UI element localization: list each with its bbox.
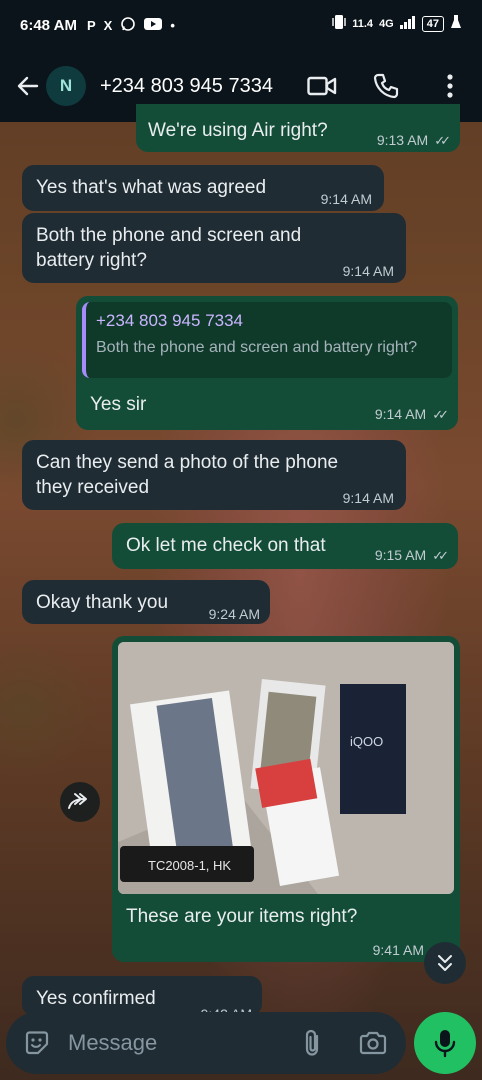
video-call-icon <box>307 76 337 96</box>
status-right: 11.4 4G 47 <box>332 14 462 33</box>
network-type: 4G <box>379 17 394 30</box>
message-incoming[interactable]: Yes that's what was agreed 9:14 AM <box>22 165 384 211</box>
message-text: Ok let me check on that <box>126 535 326 556</box>
avatar[interactable]: N <box>46 66 86 106</box>
message-time: 9:15 AM ✓✓ <box>375 543 449 568</box>
message-incoming[interactable]: Both the phone and screen and battery ri… <box>22 213 406 283</box>
emoji-button[interactable] <box>22 1028 52 1058</box>
quoted-text: Both the phone and screen and battery ri… <box>96 339 418 356</box>
attach-button[interactable] <box>298 1028 328 1058</box>
app-p-icon: P <box>86 17 96 33</box>
message-text: Yes that's what was agreed <box>36 177 267 198</box>
camera-icon <box>359 1031 387 1055</box>
more-icon <box>447 74 453 98</box>
forward-button[interactable] <box>60 782 100 822</box>
scroll-down-button[interactable] <box>424 942 466 984</box>
photo-content: iQOO TC2008-1, HK <box>118 642 454 894</box>
message-time: 9:24 AM <box>208 606 260 622</box>
message-time: 9:14 AM <box>342 263 394 279</box>
message-incoming[interactable]: Okay thank you 9:24 AM <box>22 580 270 624</box>
header-actions <box>304 68 468 104</box>
back-arrow-icon <box>17 76 39 96</box>
double-check-icon: ✓✓ <box>432 548 449 563</box>
scroll-down-icon <box>438 955 452 971</box>
mic-icon <box>434 1030 456 1058</box>
message-text: We're using Air right? <box>148 120 328 141</box>
message-outgoing-image[interactable]: iQOO TC2008-1, HK These are your items r… <box>112 636 460 962</box>
photo-brand: iQOO <box>350 734 383 749</box>
message-incoming[interactable]: Yes confirmed 9:42 AM <box>22 976 262 1022</box>
wallpaper-leaf <box>0 640 100 780</box>
double-check-icon: ✓✓ <box>434 133 451 148</box>
photo-label: TC2008-1, HK <box>148 858 231 873</box>
double-check-icon: ✓✓ <box>432 407 449 422</box>
x-app-icon: X <box>103 17 113 33</box>
message-outgoing-reply[interactable]: +234 803 945 7334 Both the phone and scr… <box>76 296 458 430</box>
signal-icon <box>399 15 416 32</box>
contact-name[interactable]: +234 803 945 7334 <box>100 75 273 98</box>
video-call-button[interactable] <box>304 68 340 104</box>
message-text: These are your items right? <box>126 906 358 927</box>
flask-icon <box>450 14 462 33</box>
notification-icons: P X • <box>87 16 175 35</box>
message-time: 9:41 AM <box>372 942 424 958</box>
more-options-button[interactable] <box>432 68 468 104</box>
message-time: 9:14 AM <box>320 191 372 207</box>
message-composer <box>6 1012 406 1074</box>
back-button[interactable] <box>6 64 50 108</box>
quoted-message[interactable]: +234 803 945 7334 Both the phone and scr… <box>82 302 452 378</box>
message-time: 9:13 AM ✓✓ <box>377 128 451 153</box>
dot-icon: • <box>170 17 175 33</box>
message-outgoing[interactable]: We're using Air right? 9:13 AM ✓✓ <box>136 104 460 152</box>
phone-icon <box>373 73 399 99</box>
status-bar: 6:48 AM P X • 11.4 4G 47 <box>0 0 482 50</box>
photo-attachment[interactable]: iQOO TC2008-1, HK <box>118 642 454 894</box>
message-text: Okay thank you <box>36 592 169 613</box>
attach-icon <box>305 1029 319 1056</box>
forward-icon <box>68 793 87 809</box>
message-text: Can they send a photo of the phone they … <box>36 452 339 498</box>
voice-call-button[interactable] <box>368 68 404 104</box>
camera-button[interactable] <box>358 1028 388 1058</box>
message-text: Yes confirmed <box>36 988 156 1009</box>
battery-indicator: 47 <box>421 15 444 32</box>
whatsapp-icon <box>120 16 136 35</box>
message-time: 9:14 AM <box>342 490 394 506</box>
message-text: Both the phone and screen and battery ri… <box>36 225 302 271</box>
message-time: 9:14 AM ✓✓ <box>375 402 449 427</box>
network-speed: 11.4 <box>352 17 374 30</box>
voice-message-button[interactable] <box>414 1012 476 1074</box>
status-time: 6:48 AM <box>20 16 77 34</box>
message-incoming[interactable]: Can they send a photo of the phone they … <box>22 440 406 510</box>
message-input[interactable] <box>66 1029 300 1057</box>
quoted-sender: +234 803 945 7334 <box>96 311 244 330</box>
youtube-icon <box>144 17 163 34</box>
emoji-icon <box>25 1031 49 1055</box>
message-text: Yes sir <box>90 394 147 415</box>
vibrate-icon <box>332 14 346 33</box>
message-outgoing[interactable]: Ok let me check on that 9:15 AM ✓✓ <box>112 523 458 569</box>
